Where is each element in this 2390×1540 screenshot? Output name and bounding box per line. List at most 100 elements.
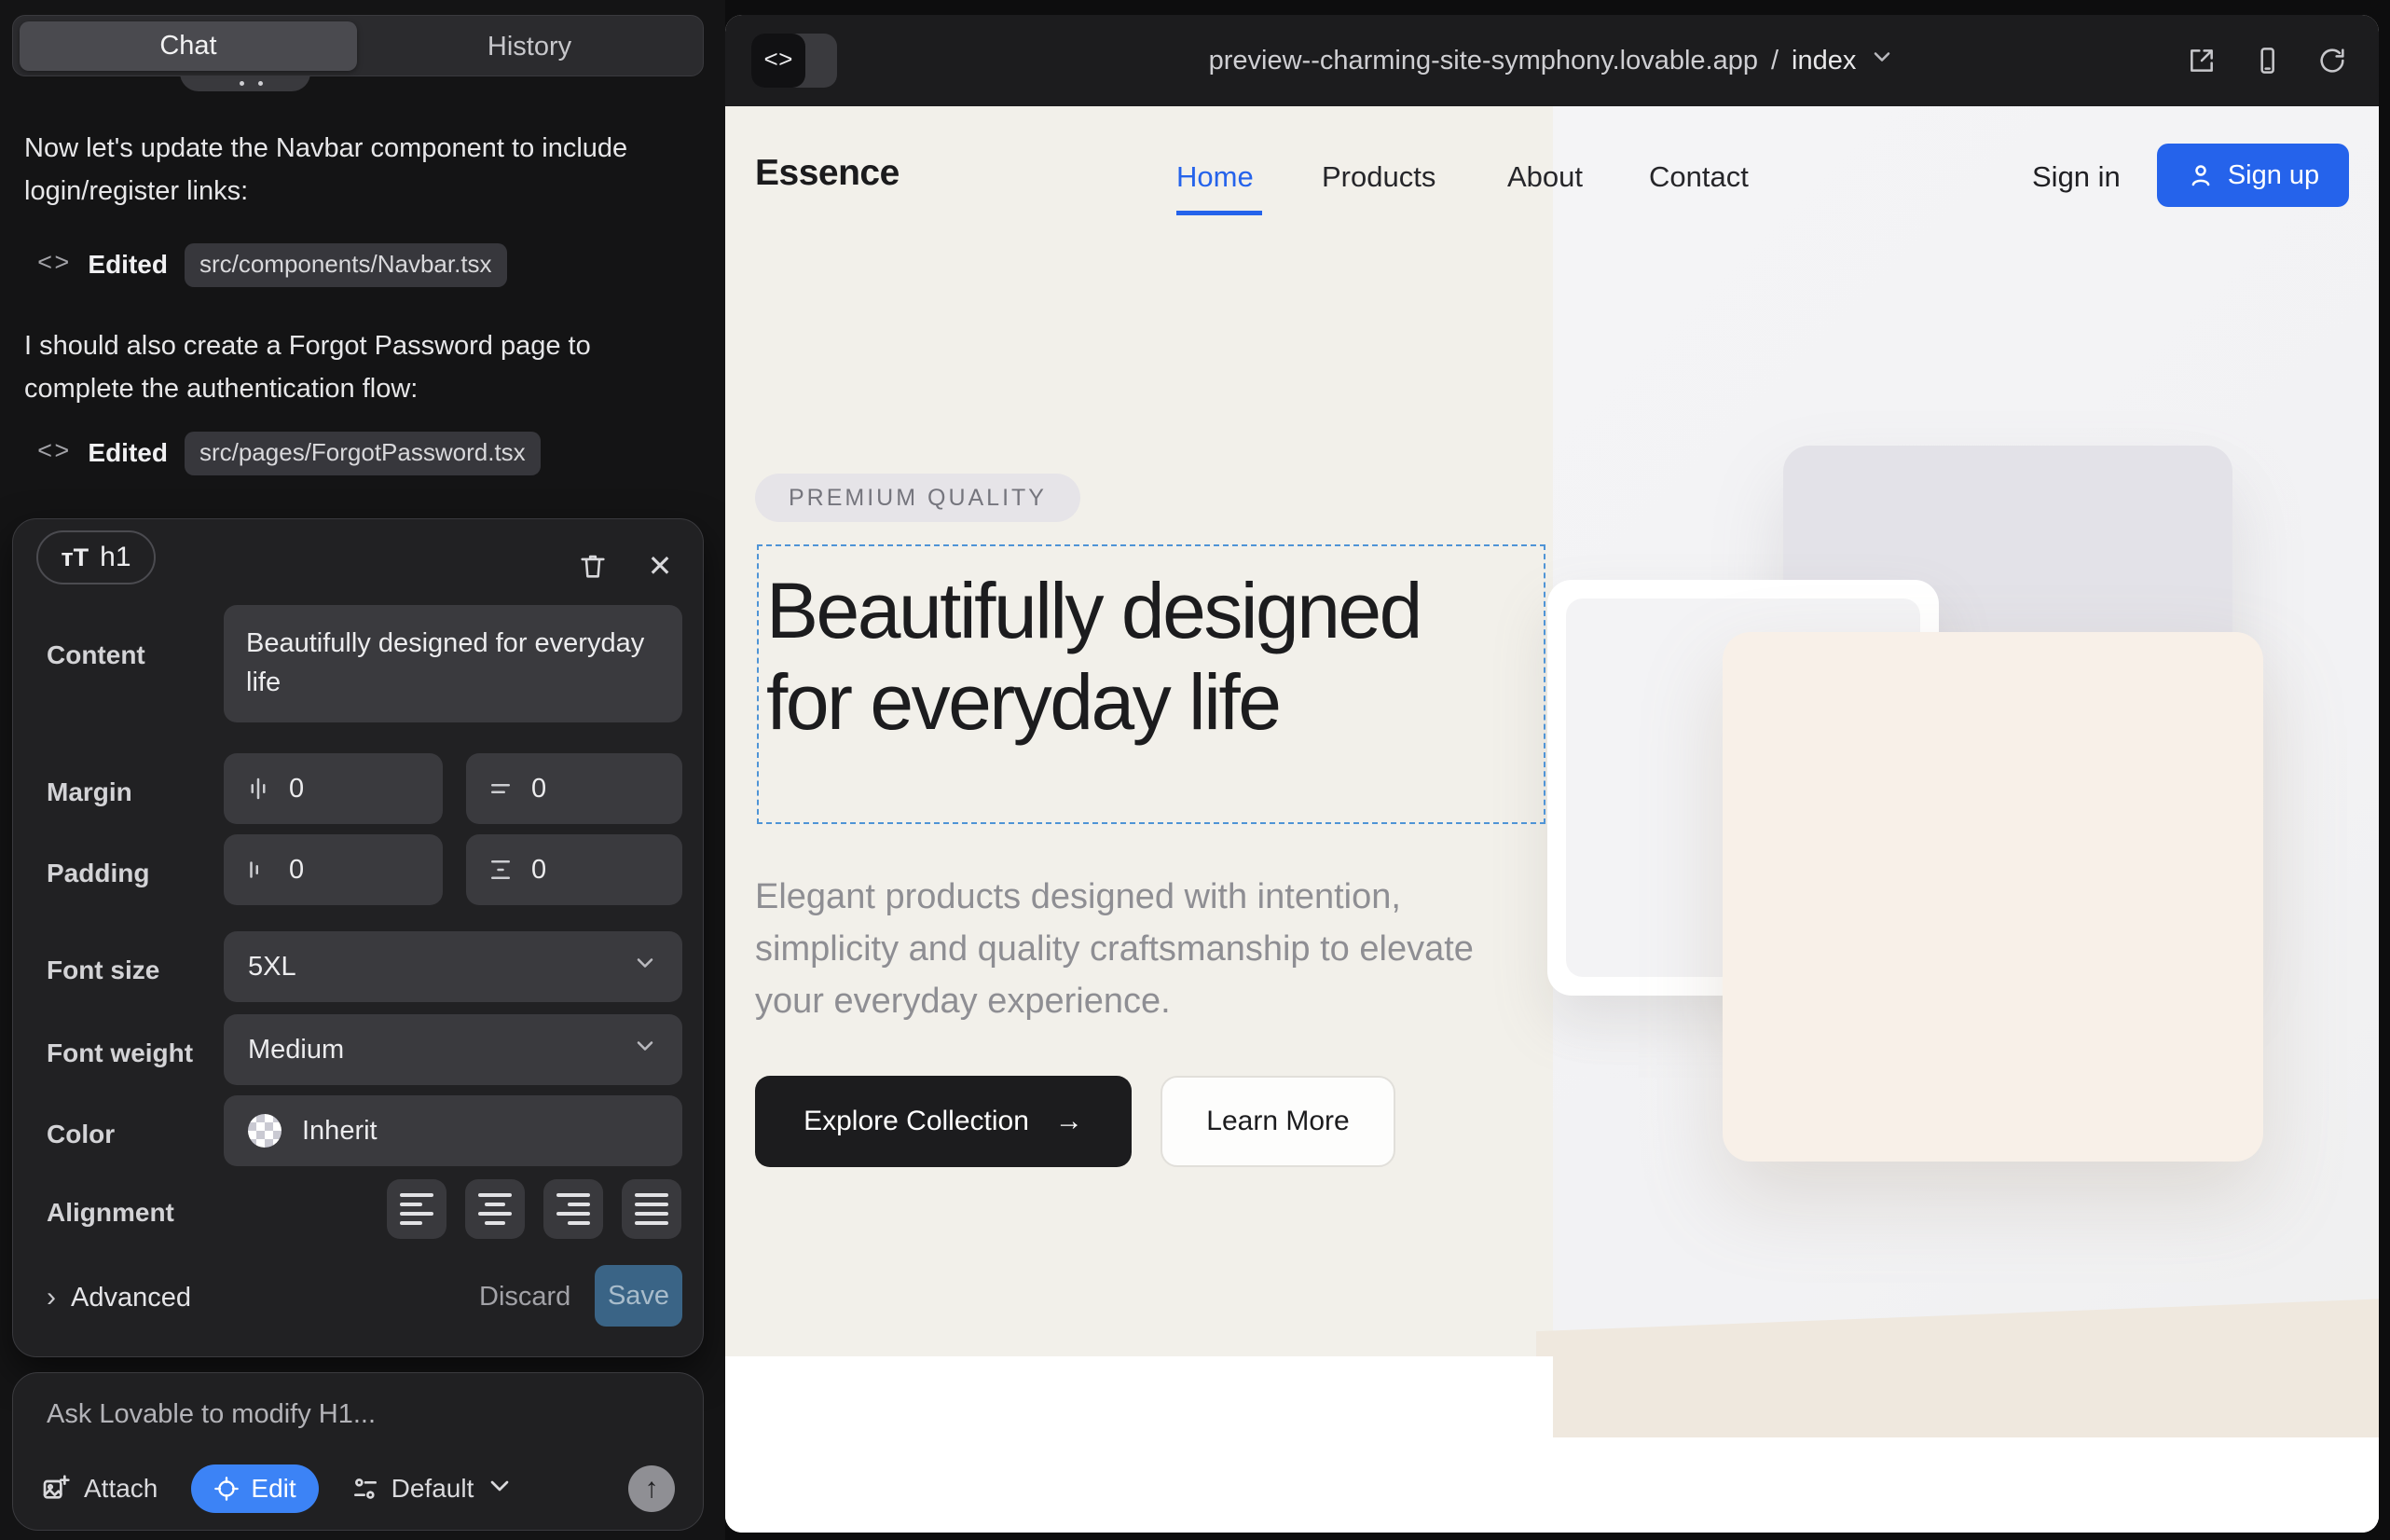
app-window: Chat History Now let's update the Navbar… [0, 0, 2390, 1540]
font-size-label: Font size [47, 956, 159, 985]
font-size-select[interactable]: 5XL [224, 931, 682, 1002]
padding-y-input[interactable]: 0 [466, 834, 682, 905]
arrow-up-icon: ↑ [645, 1473, 659, 1505]
save-button[interactable]: Save [595, 1265, 682, 1327]
alignment-label: Alignment [47, 1198, 174, 1228]
close-editor-button[interactable]: ✕ [639, 545, 680, 586]
file-path-badge[interactable]: src/pages/ForgotPassword.tsx [185, 432, 541, 475]
edit-mode-label: Edit [251, 1474, 295, 1504]
nav-link-home[interactable]: Home [1176, 160, 1254, 194]
content-textarea[interactable]: Beautifully designed for everyday life [224, 605, 682, 722]
align-right-button[interactable] [543, 1179, 603, 1239]
chat-sidebar: Chat History Now let's update the Navbar… [0, 0, 725, 1540]
refresh-icon[interactable] [2317, 46, 2347, 76]
model-selector[interactable]: Default [350, 1471, 515, 1507]
color-value: Inherit [302, 1116, 378, 1147]
composer-input[interactable] [47, 1399, 662, 1430]
element-tag-pill[interactable]: тT h1 [36, 530, 156, 584]
padding-label: Padding [47, 859, 149, 888]
site-logo[interactable]: Essence [755, 153, 900, 194]
learn-more-button[interactable]: Learn More [1161, 1076, 1395, 1167]
nav-link-about[interactable]: About [1507, 160, 1583, 194]
margin-x-value: 0 [289, 774, 304, 804]
close-icon: ✕ [648, 548, 673, 584]
delete-element-button[interactable] [572, 545, 613, 586]
browser-actions [2187, 15, 2347, 106]
advanced-toggle[interactable]: › Advanced [47, 1282, 191, 1313]
chevron-down-icon [1869, 44, 1895, 77]
hero-paragraph: Elegant products designed with intention… [755, 871, 1501, 1028]
arrow-right-icon: → [1055, 1106, 1083, 1137]
target-icon [213, 1476, 240, 1502]
color-label: Color [47, 1120, 115, 1149]
attach-image-icon [41, 1474, 71, 1504]
file-path-badge[interactable]: src/components/Navbar.tsx [185, 243, 507, 287]
ellipsis-dot [240, 81, 244, 86]
color-select[interactable]: Inherit [224, 1095, 682, 1166]
edited-file-row[interactable]: <> Edited src/components/Navbar.tsx [37, 242, 507, 287]
tab-bar: Chat History [12, 15, 704, 76]
sign-up-button[interactable]: Sign up [2157, 144, 2349, 207]
code-preview-toggle[interactable]: <> [751, 34, 837, 88]
align-center-button[interactable] [465, 1179, 525, 1239]
margin-horizontal-icon [244, 775, 272, 803]
color-swatch-icon [248, 1114, 282, 1148]
content-label: Content [47, 640, 145, 670]
code-icon: <> [37, 251, 71, 279]
edited-label: Edited [88, 438, 168, 468]
padding-vertical-icon [487, 856, 515, 884]
mobile-view-icon[interactable] [2252, 46, 2282, 76]
tab-chat[interactable]: Chat [20, 21, 357, 71]
element-editor-panel: тT h1 ✕ Content Beautifully designed for… [12, 518, 704, 1357]
margin-x-input[interactable]: 0 [224, 753, 443, 824]
attach-button[interactable]: Attach [41, 1474, 158, 1504]
edited-file-row[interactable]: <> Edited src/pages/ForgotPassword.tsx [37, 431, 541, 475]
trash-icon [577, 550, 609, 582]
type-icon: тT [61, 543, 89, 572]
margin-y-input[interactable]: 0 [466, 753, 682, 824]
edit-mode-button[interactable]: Edit [191, 1464, 318, 1513]
margin-vertical-icon [487, 775, 515, 803]
align-justify-button[interactable] [622, 1179, 681, 1239]
sign-up-label: Sign up [2228, 160, 2319, 191]
chevron-down-icon [632, 1033, 658, 1066]
font-weight-select[interactable]: Medium [224, 1014, 682, 1085]
send-button[interactable]: ↑ [628, 1465, 675, 1512]
decorative-card-beige [1723, 632, 2263, 1162]
chevron-down-icon [632, 950, 658, 983]
site-navbar: Essence Home Products About Contact Sign… [725, 106, 2379, 246]
section-below-hero-right [1553, 1437, 2379, 1533]
nav-link-contact[interactable]: Contact [1649, 160, 1749, 194]
padding-y-value: 0 [531, 855, 546, 886]
code-icon: <> [37, 439, 71, 467]
padding-x-input[interactable]: 0 [224, 834, 443, 905]
active-nav-underline [1176, 211, 1262, 215]
url-path: index [1792, 46, 1856, 76]
font-size-value: 5XL [248, 952, 296, 983]
nav-link-products[interactable]: Products [1322, 160, 1435, 194]
explore-collection-button[interactable]: Explore Collection → [755, 1076, 1132, 1167]
person-icon [2187, 161, 2215, 189]
discard-button[interactable]: Discard [479, 1282, 570, 1313]
chat-message: I should also create a Forgot Password p… [24, 324, 639, 411]
padding-horizontal-icon [244, 856, 272, 884]
hero-heading[interactable]: Beautifully designed for everyday life [766, 565, 1493, 749]
section-below-hero [725, 1356, 1553, 1533]
tab-history[interactable]: History [356, 16, 703, 77]
element-tag-label: h1 [100, 542, 130, 573]
font-weight-label: Font weight [47, 1038, 193, 1068]
code-icon[interactable]: <> [751, 34, 805, 88]
url-separator: / [1771, 46, 1779, 76]
align-left-button[interactable] [387, 1179, 446, 1239]
sign-in-link[interactable]: Sign in [2032, 160, 2121, 194]
open-external-icon[interactable] [2187, 46, 2217, 76]
model-label: Default [391, 1474, 474, 1504]
advanced-label: Advanced [71, 1283, 191, 1313]
chevron-down-icon [485, 1471, 515, 1507]
margin-y-value: 0 [531, 774, 546, 804]
url-host: preview--charming-site-symphony.lovable.… [1209, 46, 1758, 76]
attach-label: Attach [84, 1474, 158, 1504]
url-bar[interactable]: preview--charming-site-symphony.lovable.… [1005, 15, 2099, 106]
padding-x-value: 0 [289, 855, 304, 886]
composer-toolbar: Attach Edit Default ↑ [41, 1463, 675, 1515]
